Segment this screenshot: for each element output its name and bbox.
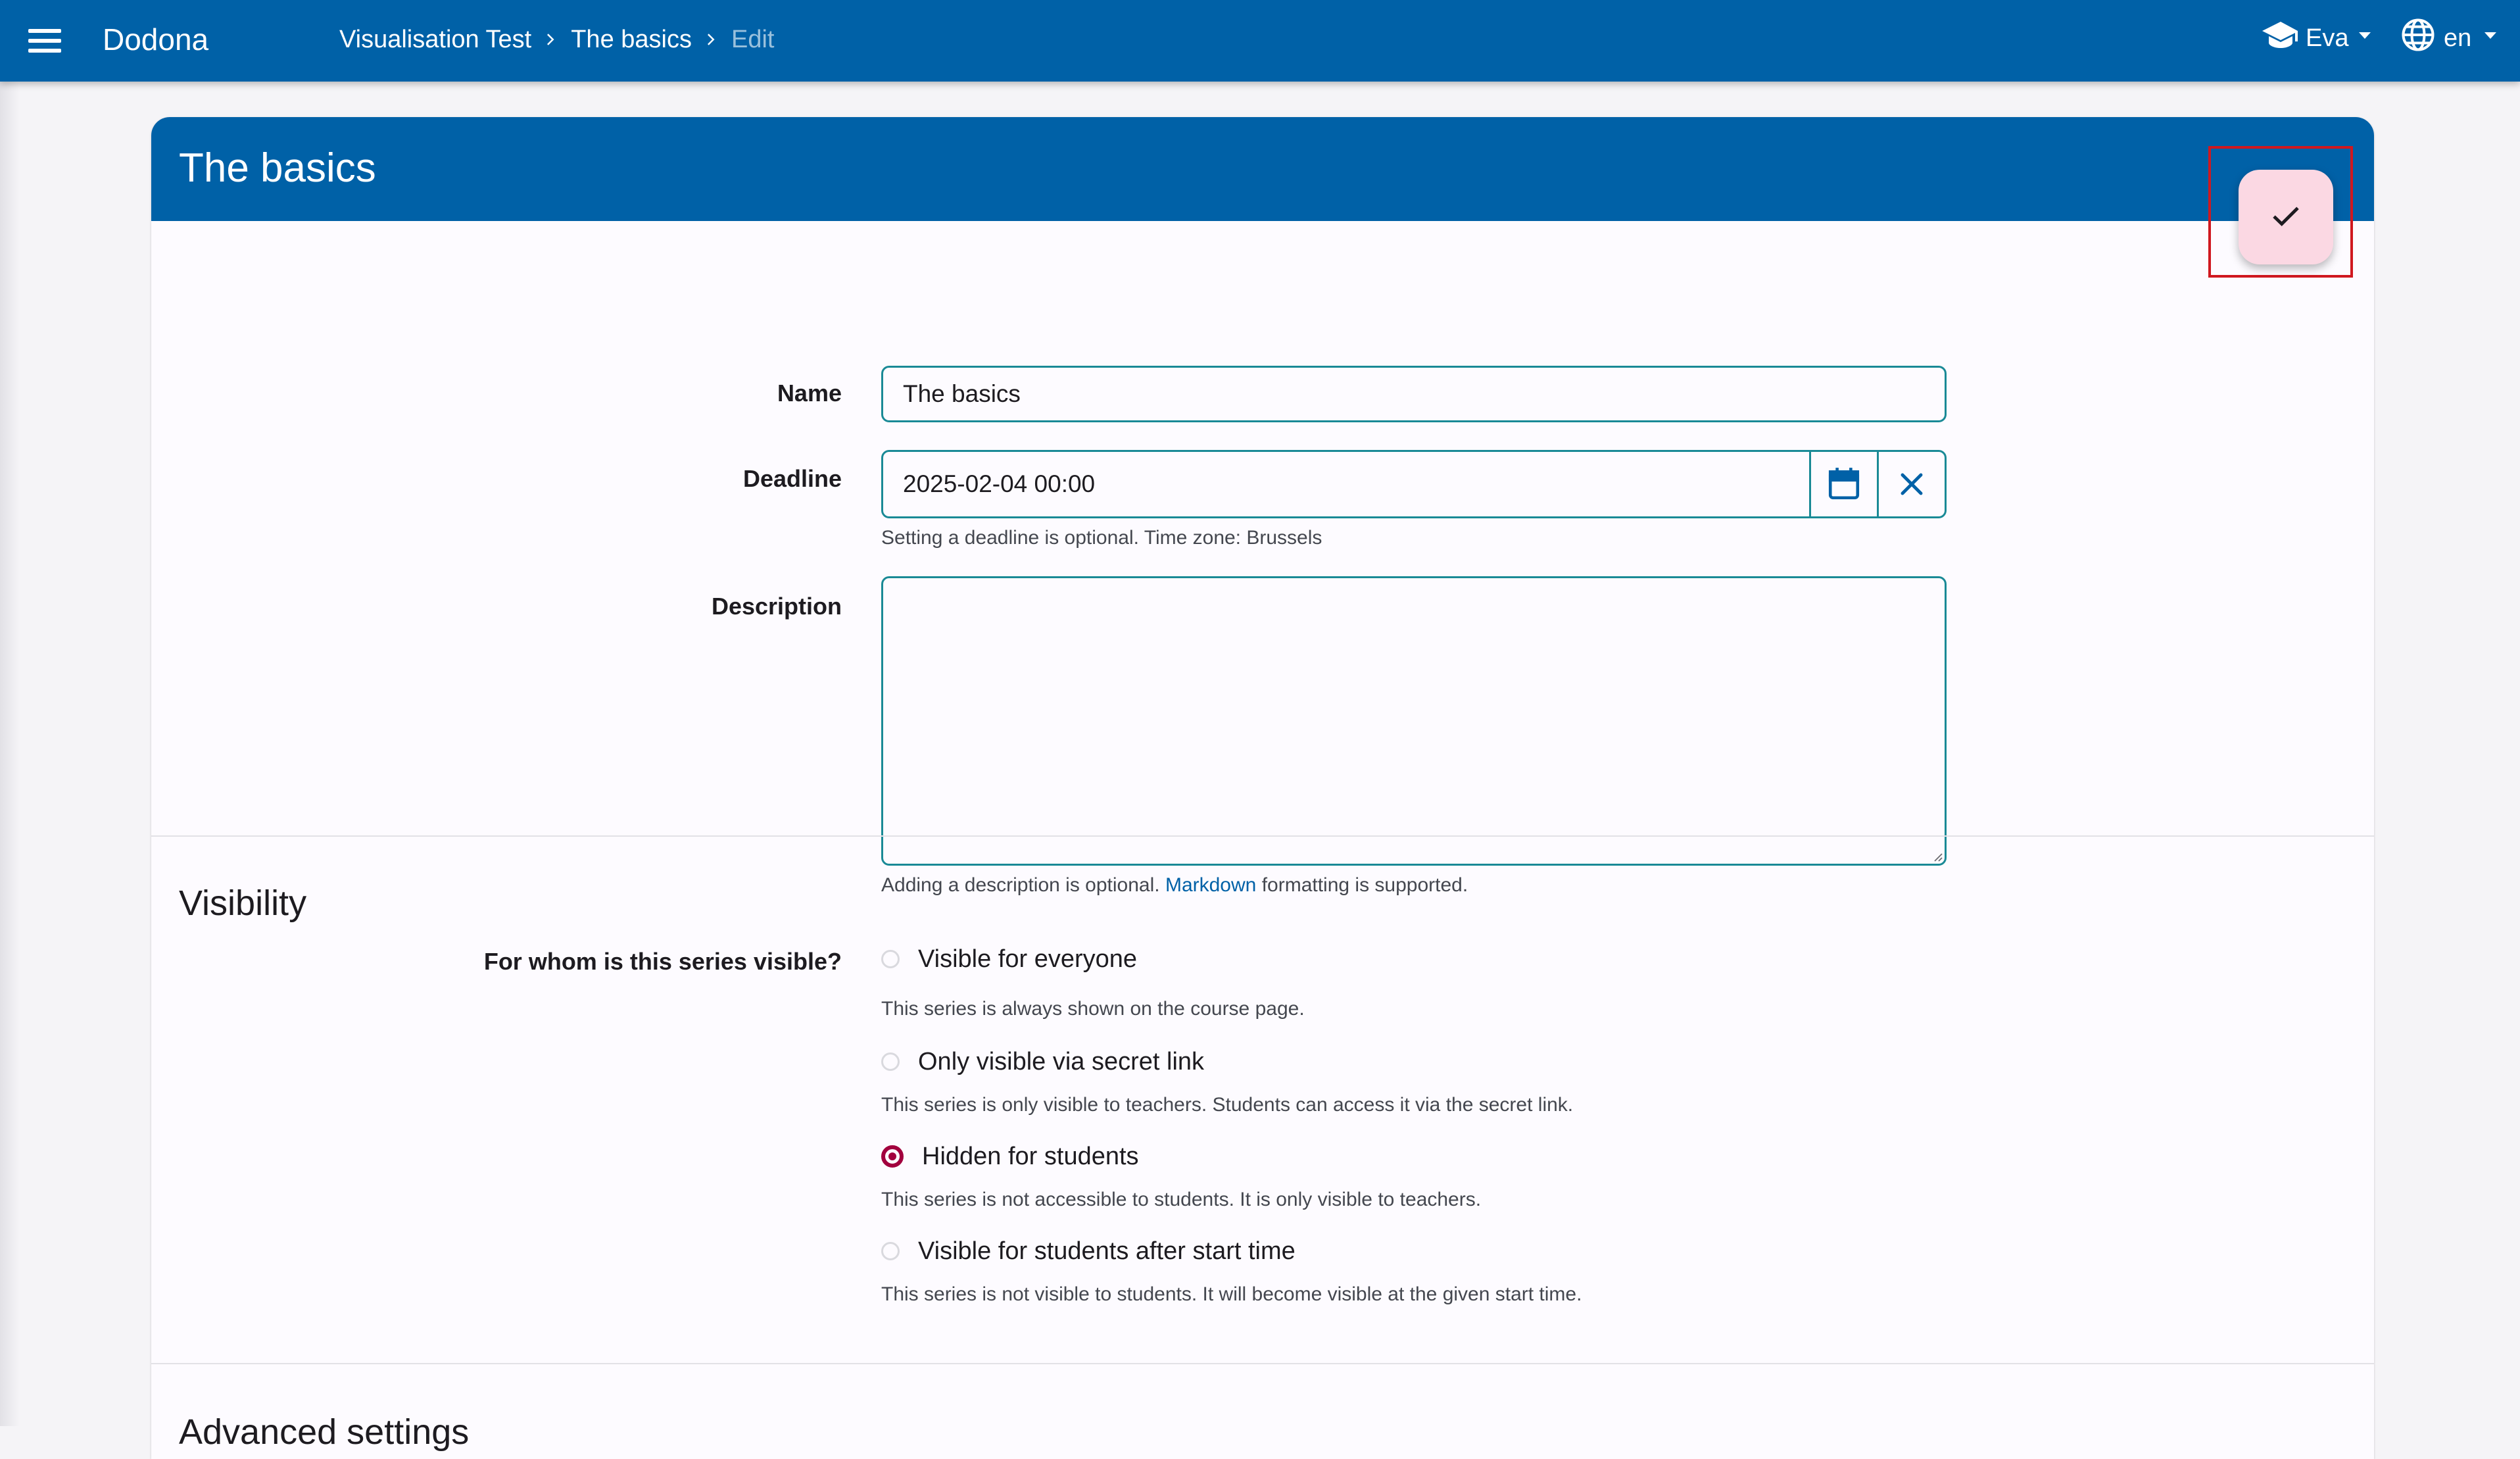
chevron-right-icon	[531, 20, 571, 59]
deadline-input-group: 2025-02-04 00:00	[881, 450, 1947, 518]
language-menu-dropdown[interactable]: en	[2400, 17, 2497, 59]
name-input[interactable]	[881, 366, 1947, 422]
option-label: Visible for students after start time	[918, 1237, 1296, 1265]
graduation-cap-icon	[2261, 19, 2300, 57]
language-code: en	[2444, 24, 2472, 52]
breadcrumb: Visualisation Test The basics Edit	[339, 20, 774, 59]
save-button[interactable]	[2239, 170, 2333, 264]
option-label: Only visible via secret link	[918, 1047, 1205, 1076]
clear-deadline-icon[interactable]	[1877, 452, 1945, 516]
option-label: Hidden for students	[922, 1142, 1139, 1170]
option-help: This series is not visible to students. …	[881, 1283, 1582, 1305]
radio-unchecked-icon[interactable]	[881, 1242, 900, 1260]
caret-down-icon	[2359, 32, 2371, 39]
menu-line	[28, 39, 61, 43]
section-divider	[151, 835, 2374, 837]
option-help: This series is only visible to teachers.…	[881, 1094, 1574, 1116]
brand-link[interactable]: Dodona	[103, 20, 208, 59]
description-help-suffix: formatting is supported.	[1261, 874, 1468, 896]
card-header: The basics	[151, 117, 2374, 221]
radio-unchecked-icon[interactable]	[881, 950, 900, 968]
option-help: This series is always shown on the cours…	[881, 998, 1305, 1020]
description-textarea[interactable]	[881, 576, 1947, 866]
caret-down-icon	[2484, 32, 2497, 39]
markdown-link[interactable]: Markdown	[1165, 874, 1256, 896]
menu-line	[28, 49, 61, 53]
description-help-prefix: Adding a description is optional.	[881, 874, 1160, 896]
radio-checked-icon[interactable]	[881, 1145, 904, 1168]
section-divider	[151, 1363, 2374, 1364]
menu-line	[28, 29, 61, 33]
visibility-option-hidden[interactable]: Hidden for students	[881, 1138, 1139, 1175]
visibility-option-secret-link[interactable]: Only visible via secret link	[881, 1043, 1204, 1080]
top-app-bar: Dodona Visualisation Test The basics Edi…	[0, 0, 2520, 82]
name-label: Name	[777, 380, 842, 407]
resize-handle-icon[interactable]	[1931, 850, 1943, 862]
description-label: Description	[711, 593, 842, 620]
chevron-right-icon	[692, 20, 731, 59]
visibility-section-title: Visibility	[179, 883, 307, 923]
description-help: Adding a description is optional. Markdo…	[881, 872, 1468, 899]
advanced-section-title: Advanced settings	[179, 1412, 470, 1452]
page-title: The basics	[179, 145, 376, 191]
deadline-input[interactable]: 2025-02-04 00:00	[883, 452, 1809, 516]
visibility-option-everyone[interactable]: Visible for everyone	[881, 941, 1137, 977]
deadline-label: Deadline	[742, 465, 842, 492]
calendar-icon[interactable]	[1809, 452, 1877, 516]
hamburger-menu-icon[interactable]	[25, 22, 64, 59]
option-label: Visible for everyone	[918, 945, 1138, 973]
breadcrumb-item-course[interactable]: Visualisation Test	[339, 26, 531, 54]
breadcrumb-item-series[interactable]: The basics	[571, 26, 692, 54]
deadline-help: Setting a deadline is optional. Time zon…	[881, 527, 1322, 549]
series-edit-card: The basics Name Deadline 2025-02-04 00:0…	[151, 117, 2374, 1459]
visibility-option-start-time[interactable]: Visible for students after start time	[881, 1233, 1296, 1270]
globe-icon	[2400, 17, 2436, 59]
visibility-question: For whom is this series visible?	[483, 948, 842, 975]
user-name: Eva	[2306, 24, 2349, 52]
user-menu-dropdown[interactable]: Eva	[2261, 18, 2371, 58]
radio-unchecked-icon[interactable]	[881, 1052, 900, 1071]
option-help: This series is not accessible to student…	[881, 1189, 1482, 1210]
breadcrumb-item-current: Edit	[731, 25, 775, 53]
page-edge-shadow	[0, 82, 20, 1426]
checkmark-icon	[2268, 198, 2304, 237]
